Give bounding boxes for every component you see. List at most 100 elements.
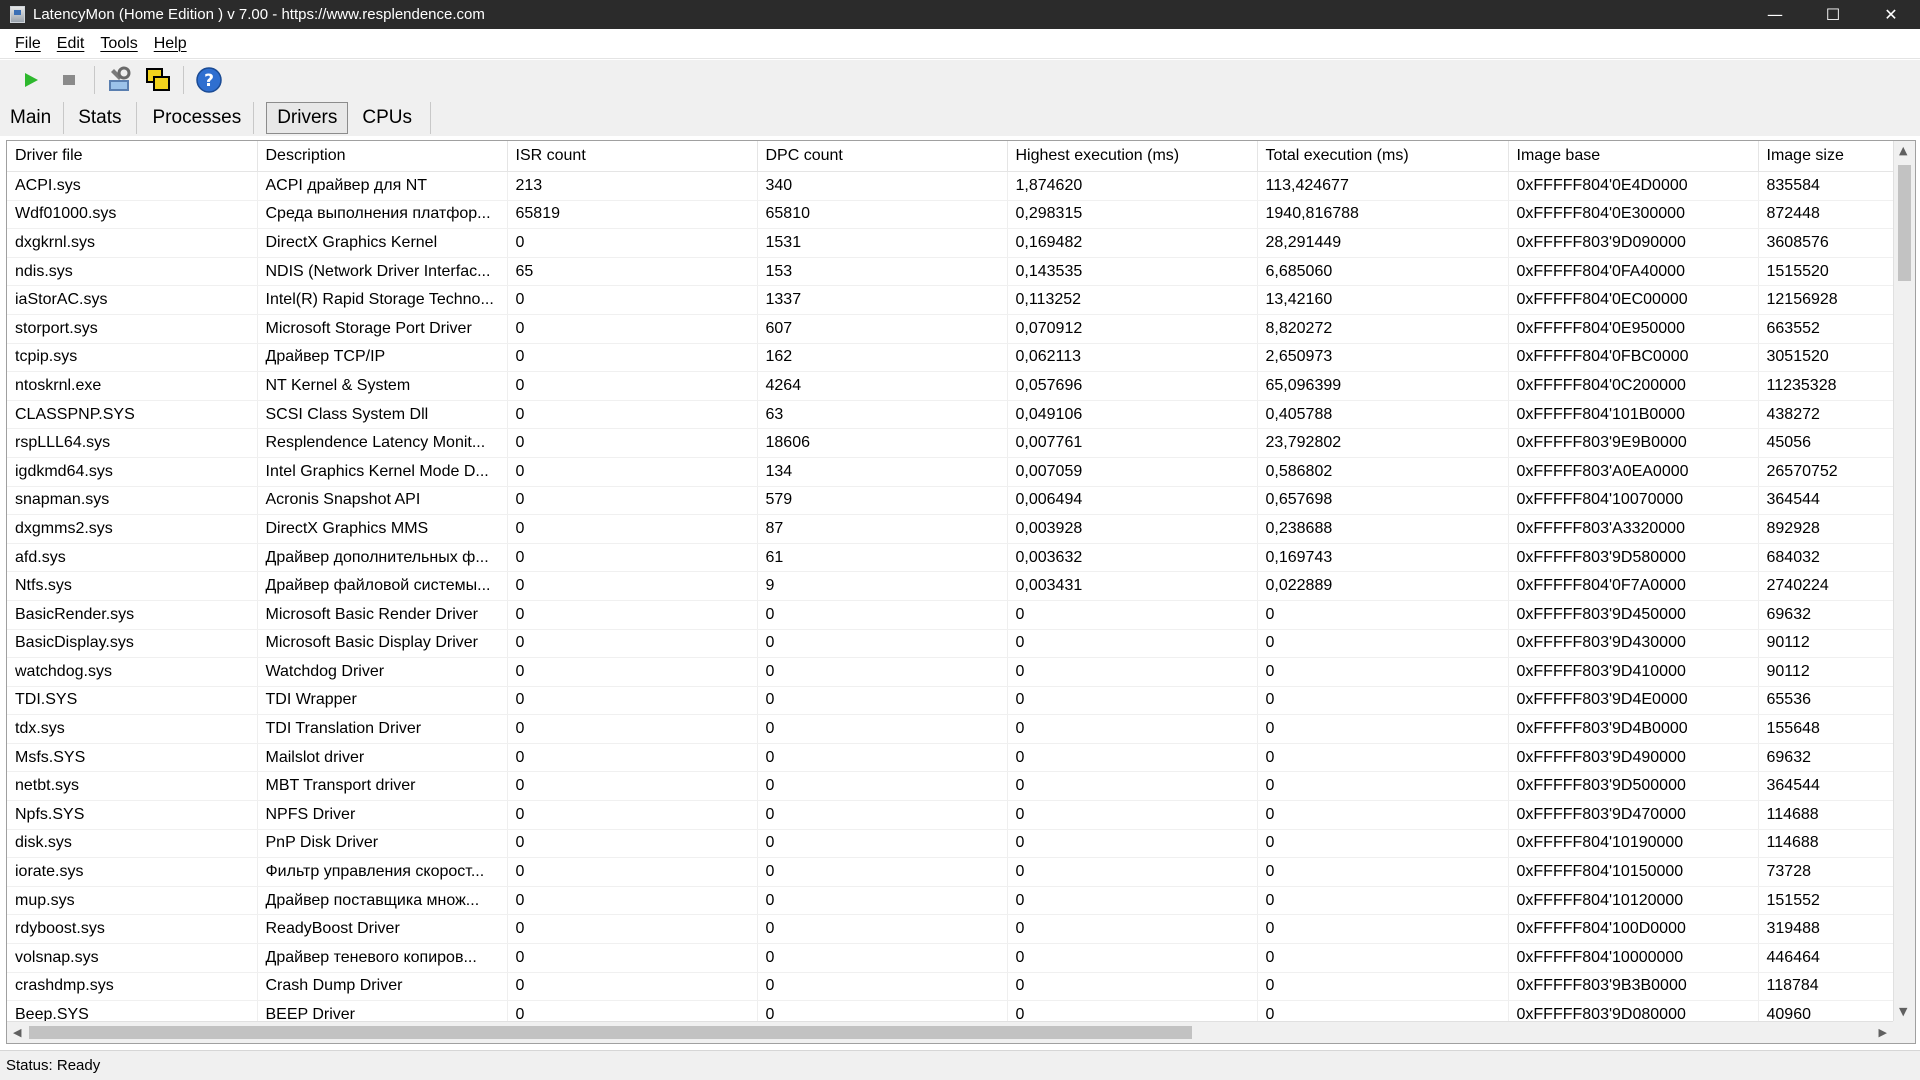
column-header-highest-execution[interactable]: Highest execution (ms) [1007,141,1258,172]
cell-image-size: 835584 [1758,171,1895,201]
table-row[interactable]: watchdog.sys Watchdog Driver 0 0 0 0 0xFFFFF80… [7,657,1895,687]
scroll-down-icon[interactable]: ▼ [1899,1005,1907,1018]
cell-image-base: 0xFFFFF804'0E300000 [1508,200,1759,230]
vertical-scroll-thumb[interactable] [1898,165,1911,281]
tools-button[interactable] [103,63,137,97]
cell-driver-file: TDI.SYS [7,686,258,716]
table-row[interactable]: TDI.SYS TDI Wrapper 0 0 0 0 0xFFFFF803'9D4E000… [7,686,1895,716]
cell-total-execution: 28,291449 [1257,228,1509,258]
cell-image-base: 0xFFFFF803'9D500000 [1508,771,1759,802]
table-row[interactable]: Ntfs.sys Драйвер файловой системы... 0 9 0,0… [7,571,1895,601]
cell-driver-file: snapman.sys [7,486,258,516]
table-row[interactable]: disk.sys PnP Disk Driver 0 0 0 0 0xFFFFF804'10… [7,829,1895,859]
scroll-left-icon[interactable]: ◀ [13,1026,21,1039]
cell-dpc-count: 134 [757,457,1008,487]
cell-driver-file: volsnap.sys [7,943,258,973]
table-row[interactable]: ntoskrnl.exe NT Kernel & System 0 4264 0,057… [7,371,1895,401]
cell-image-size: 446464 [1758,943,1895,973]
stop-button[interactable] [52,63,86,97]
table-row[interactable]: ACPI.sys ACPI драйвер для NT 213 340 1,87462… [7,171,1895,201]
table-row[interactable]: Msfs.SYS Mailslot driver 0 0 0 0 0xFFFFF803'9D… [7,743,1895,773]
cell-total-execution: 0 [1257,857,1509,887]
cell-highest-execution: 0,003928 [1007,514,1258,544]
table-row[interactable]: mup.sys Драйвер поставщика множ... 0 0 0 0 0xF… [7,886,1895,916]
column-header-description[interactable]: Description [257,141,508,172]
table-row[interactable]: BasicRender.sys Microsoft Basic Render Dr… [7,600,1895,630]
start-button[interactable] [14,63,48,97]
table-row[interactable]: tdx.sys TDI Translation Driver 0 0 0 0 0xFFFFF… [7,714,1895,744]
cell-image-size: 69632 [1758,743,1895,773]
cell-dpc-count: 63 [757,400,1008,430]
cell-dpc-count: 9 [757,571,1008,601]
cell-driver-file: iaStorAC.sys [7,285,258,315]
table-row[interactable]: dxgkrnl.sys DirectX Graphics Kernel 0 1531 0… [7,228,1895,258]
help-button[interactable]: ? [192,63,226,97]
close-button[interactable]: ✕ [1862,0,1920,29]
menu-file[interactable]: File [9,35,47,53]
menu-help[interactable]: Help [148,35,193,53]
cell-dpc-count: 1531 [757,228,1008,258]
table-row[interactable]: tcpip.sys Драйвер TCP/IP 0 162 0,062113 2,650… [7,343,1895,373]
table-row[interactable]: CLASSPNP.SYS SCSI Class System Dll 0 63 0,04… [7,400,1895,430]
cell-total-execution: 1940,816788 [1257,200,1509,230]
minimize-button[interactable]: — [1746,0,1804,29]
column-header-image-size[interactable]: Image size [1758,141,1895,172]
table-row[interactable]: Npfs.SYS NPFS Driver 0 0 0 0 0xFFFFF803'9D4700… [7,800,1895,830]
toolbar: ? [0,60,1920,100]
windows-button[interactable] [141,63,175,97]
maximize-button[interactable]: ☐ [1804,0,1862,29]
cell-dpc-count: 0 [757,743,1008,773]
tab-processes[interactable]: Processes [137,102,255,134]
table-row[interactable]: crashdmp.sys Crash Dump Driver 0 0 0 0 0xFFFFF… [7,972,1895,1002]
cell-driver-file: BasicRender.sys [7,600,258,630]
cell-highest-execution: 0 [1007,972,1258,1002]
table-row[interactable]: BasicDisplay.sys Microsoft Basic Display … [7,629,1895,659]
table-row[interactable]: iaStorAC.sys Intel(R) Rapid Storage Techn… [7,285,1895,315]
table-row[interactable]: netbt.sys MBT Transport driver 0 0 0 0 0xFFFFF… [7,771,1895,802]
column-header-driver-file[interactable]: Driver file [7,141,258,172]
menu-tools[interactable]: Tools [94,35,143,53]
tab-drivers[interactable]: Drivers [266,102,349,134]
cell-highest-execution: 0 [1007,657,1258,687]
horizontal-scrollbar[interactable]: ◀ ▶ [7,1021,1893,1043]
table-row[interactable]: rdyboost.sys ReadyBoost Driver 0 0 0 0 0xFFFFF… [7,914,1895,945]
cell-highest-execution: 0 [1007,600,1258,630]
cell-image-size: 45056 [1758,428,1895,458]
column-header-image-base[interactable]: Image base [1508,141,1759,172]
scroll-up-icon[interactable]: ▲ [1899,144,1907,157]
cell-image-size: 663552 [1758,314,1895,344]
table-row[interactable]: dxgmms2.sys DirectX Graphics MMS 0 87 0,0039… [7,514,1895,544]
cell-description: Acronis Snapshot API [257,486,508,516]
tab-main[interactable]: Main [0,102,65,134]
cell-isr-count: 65 [507,257,758,287]
cell-dpc-count: 0 [757,686,1008,716]
menu-edit[interactable]: Edit [51,35,91,53]
scroll-right-icon[interactable]: ▶ [1879,1026,1887,1039]
table-row[interactable]: volsnap.sys Драйвер теневого копиров... 0 0… [7,943,1895,973]
tab-cpus[interactable]: CPUs [348,102,431,134]
table-row[interactable]: iorate.sys Фильтр управления скорост... 0 0… [7,857,1895,887]
table-row[interactable]: snapman.sys Acronis Snapshot API 0 579 0,006… [7,486,1895,516]
cell-description: Драйвер файловой системы... [257,571,508,601]
cell-highest-execution: 0 [1007,743,1258,773]
table-row[interactable]: afd.sys Драйвер дополнительных ф... 0 61 0,0… [7,543,1895,573]
horizontal-scroll-thumb[interactable] [29,1026,1192,1039]
table-row[interactable]: Wdf01000.sys Среда выполнения платфор... 6… [7,200,1895,230]
cell-image-size: 73728 [1758,857,1895,887]
cell-image-base: 0xFFFFF803'A3320000 [1508,514,1759,544]
vertical-scrollbar[interactable]: ▲ ▼ [1893,141,1915,1021]
cell-dpc-count: 0 [757,714,1008,744]
table-row[interactable]: rspLLL64.sys Resplendence Latency Monit..… [7,428,1895,458]
cell-driver-file: igdkmd64.sys [7,457,258,487]
cell-image-size: 319488 [1758,914,1895,945]
column-header-total-execution[interactable]: Total execution (ms) [1257,141,1509,172]
table-row[interactable]: ndis.sys NDIS (Network Driver Interfac...… [7,257,1895,287]
column-header-dpc-count[interactable]: DPC count [757,141,1008,172]
cell-isr-count: 0 [507,600,758,630]
title-bar[interactable]: LatencyMon (Home Edition ) v 7.00 - http… [0,0,1920,29]
table-row[interactable]: igdkmd64.sys Intel Graphics Kernel Mode D… [7,457,1895,487]
column-header-isr-count[interactable]: ISR count [507,141,758,172]
table-row[interactable]: storport.sys Microsoft Storage Port Drive… [7,314,1895,344]
tab-stats[interactable]: Stats [64,102,137,134]
cell-image-base: 0xFFFFF804'0FA40000 [1508,257,1759,287]
